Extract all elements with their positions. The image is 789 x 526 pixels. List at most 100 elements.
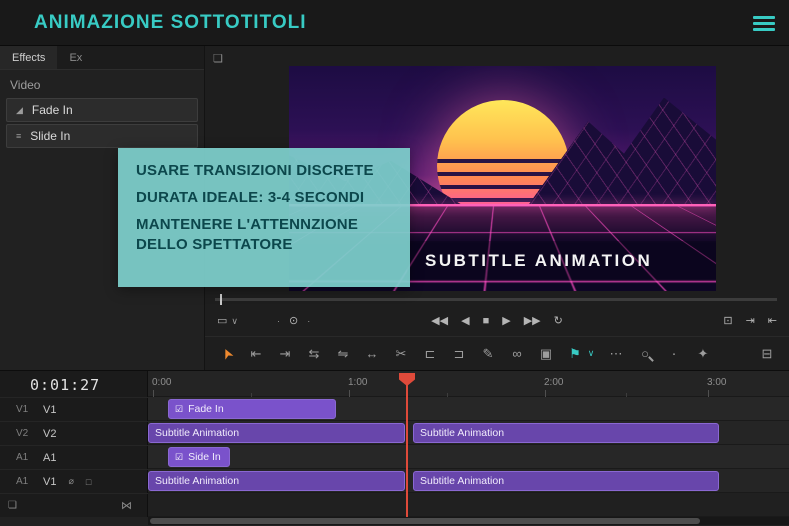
track-footer-row: ❏ ⋈ <box>0 493 148 517</box>
go-to-end-button[interactable]: ▶▶ <box>524 315 541 327</box>
note-line: MANTENERE L'ATTENNZIONE DELLO SPETTATORE <box>136 216 359 253</box>
marker-flag-chevron-icon[interactable]: ∨ <box>586 349 596 358</box>
timeline-scrollbar-thumb[interactable] <box>150 518 700 524</box>
ruler-label: 1:00 <box>348 377 368 388</box>
clip-label: Subtitle Animation <box>155 475 240 487</box>
more-options-icon[interactable]: ⋯ <box>607 347 625 360</box>
effect-item-fade-in[interactable]: ◢ Fade In <box>6 98 198 122</box>
effect-item-label: Fade In <box>31 103 73 117</box>
step-back-button[interactable]: ◀ <box>461 315 469 327</box>
timeline-ruler[interactable]: 0:00 1:00 2:00 3:00 <box>148 371 789 397</box>
playback-buttons-group: ◀◀ ◀ ■ ▶ ▶▶ ↻ <box>431 306 563 336</box>
editing-toolbar: ➤ ⇤ ⇥ ⇆ ⇋ ↔ ✂ ⊏ ⊐ ✎ ∞ ▣ ⚑ ∨ ⋯ ○ · ✦ ⊟ <box>205 336 789 370</box>
lane-v1: ☑ Fade In <box>148 397 789 421</box>
stop-button[interactable]: ■ <box>483 315 490 327</box>
track-name: A1 <box>43 451 57 464</box>
play-button[interactable]: ▶ <box>502 315 510 327</box>
track-header-v1[interactable]: V1 V1 <box>0 397 148 421</box>
marker-shape-icon[interactable]: ✦ <box>694 347 712 360</box>
subtitle-caption: SUBTITLE ANIMATION <box>425 251 653 270</box>
slide-in-icon: ≡ <box>16 131 22 141</box>
ruler-label: 3:00 <box>707 377 727 388</box>
track-select-backward-tool-icon[interactable]: ⇤ <box>247 347 265 360</box>
lane-a1: ☑ Side In <box>148 445 789 469</box>
clip-label: Side In <box>188 451 221 463</box>
marker-flag-icon[interactable]: ⚑ <box>566 347 584 360</box>
prev-edit-button[interactable]: ⇤ <box>768 315 777 327</box>
track-select-forward-tool-icon[interactable]: ⇥ <box>276 347 294 360</box>
ruler-tick <box>349 390 350 397</box>
ruler-label: 2:00 <box>544 377 564 388</box>
ripple-edit-tool-icon[interactable]: ⇆ <box>305 347 323 360</box>
note-overlay: USARE TRANSIZIONI DISCRETE DURATA IDEALE… <box>118 148 410 287</box>
monitor-settings-chevron-icon[interactable]: ∨ <box>231 316 238 326</box>
track-number: A1 <box>16 476 29 487</box>
fade-in-icon: ◢ <box>16 104 23 115</box>
clip-subtitle-animation[interactable]: Subtitle Animation <box>413 471 719 491</box>
track-header-a1[interactable]: A1 A1 <box>0 445 148 469</box>
track-solo-icon[interactable]: □ <box>86 477 91 487</box>
mark-out-icon[interactable]: · <box>307 316 310 326</box>
track-number: A1 <box>16 452 29 463</box>
rate-stretch-tool-icon[interactable]: ↔ <box>363 347 381 360</box>
hamburger-menu-icon[interactable] <box>753 16 775 34</box>
add-marker-icon[interactable]: ⊙ <box>289 315 298 327</box>
clip-subtitle-animation[interactable]: Subtitle Animation <box>413 423 719 443</box>
razor-tool-icon[interactable]: ✂ <box>392 347 410 360</box>
monitor-scrub-bar[interactable] <box>215 294 777 305</box>
note-line: DURATA IDEALE: 3-4 SECONDI <box>136 189 365 207</box>
pen-tool-icon[interactable]: ✎ <box>479 347 497 360</box>
collapse-tracks-icon[interactable]: ⋈ <box>121 499 132 512</box>
timeline-scrollbar[interactable] <box>148 517 789 525</box>
track-mute-icon[interactable]: ⌀ <box>68 476 73 487</box>
hamburger-bar <box>753 28 775 31</box>
go-to-start-button[interactable]: ◀◀ <box>431 315 448 327</box>
track-options-icon[interactable]: ❏ <box>8 500 17 511</box>
slide-tool-icon[interactable]: ⊐ <box>450 347 468 360</box>
marker-buttons-group: · ⊙ · <box>277 306 310 336</box>
track-name: V1 <box>43 403 57 416</box>
link-tool-icon[interactable]: ∞ <box>508 347 526 360</box>
timeline-panel: 0:01:27 V1 V1 V2 V2 A1 A1 A1 V1 ⌀ □ ❏ ⋈ <box>0 370 789 526</box>
monitor-settings-icon[interactable]: ▭ <box>217 315 227 327</box>
clip-label: Subtitle Animation <box>420 475 505 487</box>
snap-indicator-icon[interactable]: · <box>665 346 683 361</box>
lane-v2: Subtitle Animation Subtitle Animation <box>148 421 789 445</box>
effect-item-label: Slide In <box>30 129 71 143</box>
tab-ex[interactable]: Ex <box>57 46 94 69</box>
next-edit-button[interactable]: ⇥ <box>746 315 755 327</box>
tab-effects[interactable]: Effects <box>0 46 58 69</box>
track-header-v2[interactable]: V2 V2 <box>0 421 148 445</box>
clip-fade-in[interactable]: ☑ Fade In <box>168 399 336 419</box>
export-frame-button[interactable]: ⊡ <box>723 315 732 327</box>
clip-label: Fade In <box>188 403 224 415</box>
clip-label: Subtitle Animation <box>155 427 240 439</box>
transport-controls: ▭ ∨ · ⊙ · ◀◀ ◀ ■ ▶ ▶▶ ↻ ⊡ ⇥ ⇤ <box>205 306 789 336</box>
panel-toggle-icon[interactable]: ⊟ <box>758 347 776 360</box>
track-number: V2 <box>16 428 29 439</box>
effects-group-label: Video <box>10 78 41 92</box>
clip-subtitle-animation[interactable]: Subtitle Animation <box>148 423 405 443</box>
timecode-display[interactable]: 0:01:27 <box>30 376 100 394</box>
track-header-a2[interactable]: A1 V1 ⌀ □ <box>0 469 148 493</box>
playhead-line <box>406 374 408 517</box>
clip-side-in[interactable]: ☑ Side In <box>168 447 230 467</box>
page-title: ANIMAZIONE SOTTOTITOLI <box>34 12 307 33</box>
clip-subtitle-animation[interactable]: Subtitle Animation <box>148 471 405 491</box>
loop-button[interactable]: ↻ <box>554 315 563 327</box>
scrub-playhead-handle[interactable] <box>220 294 222 305</box>
subtitle-animation-editor: ANIMAZIONE SOTTOTITOLI Effects Ex Video … <box>0 0 789 526</box>
monitor-settings-group: ▭ ∨ <box>217 306 238 336</box>
mark-in-icon[interactable]: · <box>277 316 280 326</box>
track-header-column: 0:01:27 V1 V1 V2 V2 A1 A1 A1 V1 ⌀ □ ❏ ⋈ <box>0 371 148 517</box>
lock-icon[interactable]: ▣ <box>537 347 555 360</box>
monitor-panel-icon: ❏ <box>213 53 223 65</box>
rolling-edit-tool-icon[interactable]: ⇋ <box>334 347 352 360</box>
monitor-extra-buttons-group: ⊡ ⇥ ⇤ <box>723 306 777 336</box>
track-name: V1 <box>43 475 57 488</box>
selection-tool-icon[interactable]: ➤ <box>217 342 237 364</box>
slip-tool-icon[interactable]: ⊏ <box>421 347 439 360</box>
clip-label: Subtitle Animation <box>420 427 505 439</box>
effect-item-slide-in[interactable]: ≡ Slide In <box>6 124 198 148</box>
zoom-tool-icon[interactable]: ○ <box>636 347 654 360</box>
